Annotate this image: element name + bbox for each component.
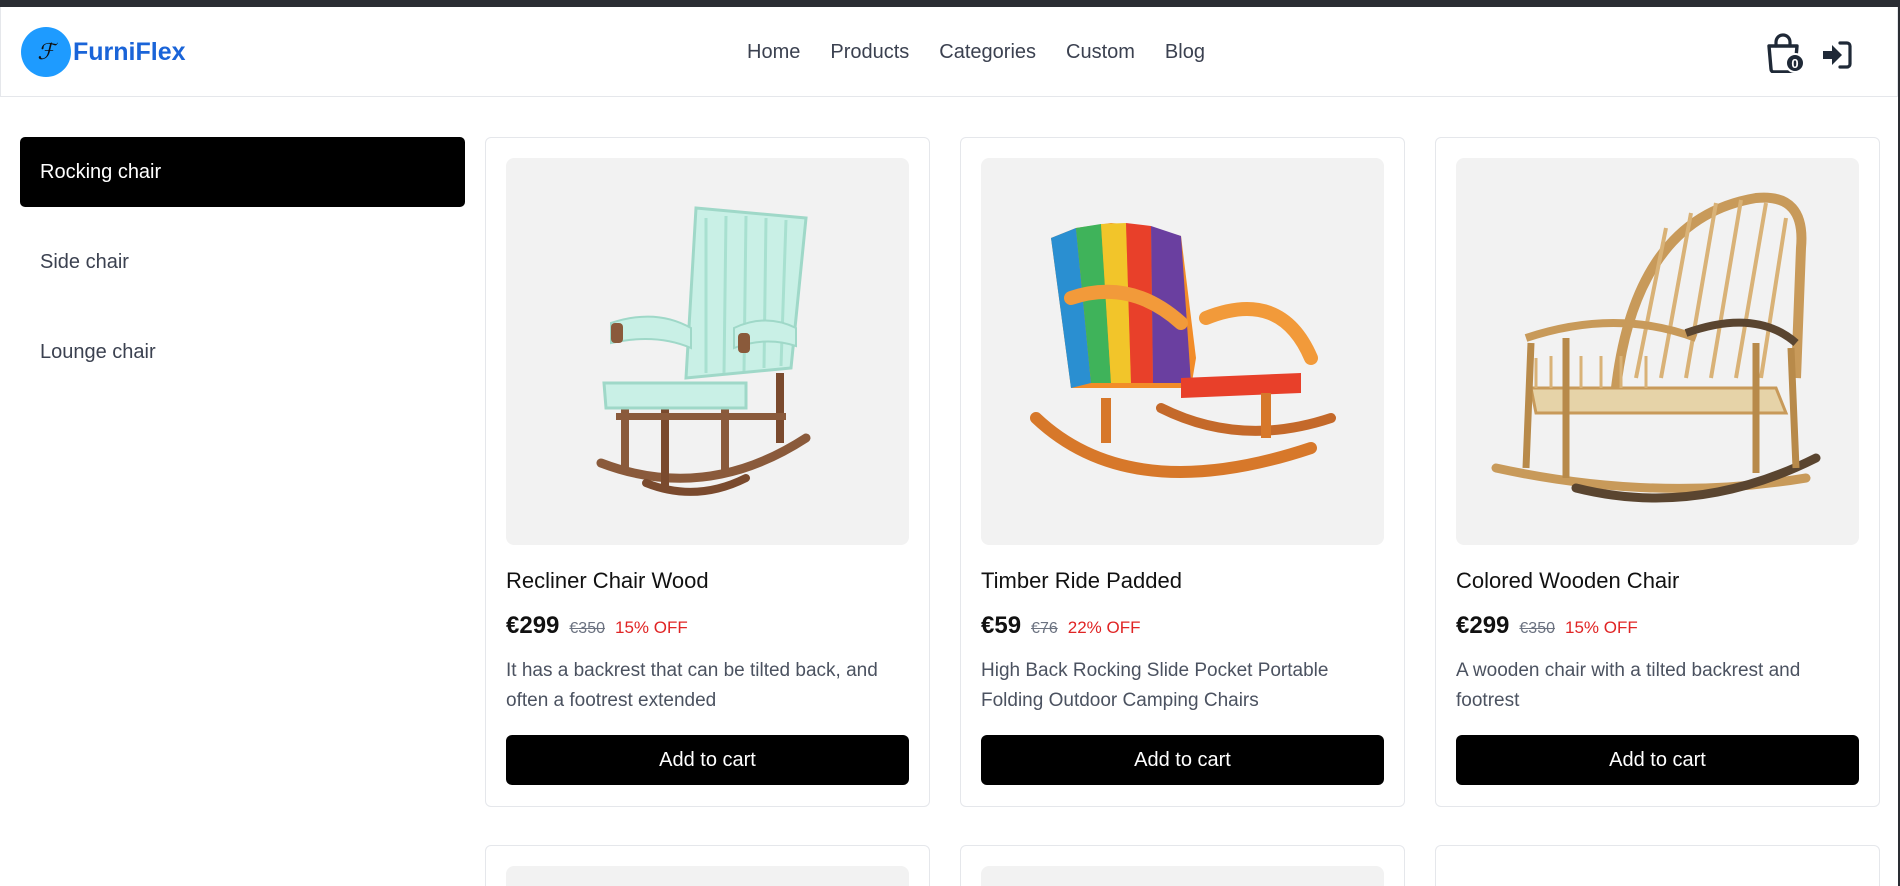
product-description: It has a backrest that can be tilted bac… xyxy=(506,660,878,711)
product-description: A wooden chair with a tilted backrest an… xyxy=(1456,660,1801,711)
nav-blog[interactable]: Blog xyxy=(1165,37,1205,67)
old-price: €76 xyxy=(1031,620,1058,637)
product-card xyxy=(960,845,1405,886)
sidebar-item-lounge-chair[interactable]: Lounge chair xyxy=(20,317,465,387)
add-to-cart-button[interactable]: Add to cart xyxy=(981,735,1384,785)
product-card: Colored Wooden Chair €299 €350 15% OFF A… xyxy=(1435,137,1880,807)
rocking-chair-image xyxy=(596,206,811,496)
nav-custom[interactable]: Custom xyxy=(1066,37,1135,67)
product-title: Timber Ride Padded xyxy=(981,568,1182,593)
product-card xyxy=(485,845,930,886)
product-image[interactable] xyxy=(506,158,909,545)
old-price: €350 xyxy=(569,620,605,637)
logo-mark: ℱ xyxy=(21,27,71,77)
price-row: €299 €350 15% OFF xyxy=(506,612,688,640)
product-title: Recliner Chair Wood xyxy=(506,568,709,593)
product-image[interactable] xyxy=(981,158,1384,545)
discount-badge: 15% OFF xyxy=(1564,618,1638,637)
add-to-cart-button[interactable]: Add to cart xyxy=(1456,735,1859,785)
nav-products[interactable]: Products xyxy=(830,37,909,67)
price: €299 xyxy=(1456,612,1510,639)
cart-button[interactable]: 0 xyxy=(1765,33,1805,75)
product-card: Timber Ride Padded €59 €76 22% OFF High … xyxy=(960,137,1405,807)
price-row: €299 €350 15% OFF xyxy=(1456,612,1638,640)
sidebar-item-side-chair[interactable]: Side chair xyxy=(20,227,465,297)
cart-count-badge: 0 xyxy=(1785,53,1805,73)
rocking-chair-image xyxy=(1030,223,1336,478)
price-row: €59 €76 22% OFF xyxy=(981,612,1141,640)
product-title: Colored Wooden Chair xyxy=(1456,568,1680,593)
logo[interactable]: ℱ FurniFlex xyxy=(21,27,186,77)
nav-home[interactable]: Home xyxy=(747,37,800,67)
page: ℱ FurniFlex Home Products Categories Cus… xyxy=(0,7,1898,886)
rocking-chair-image xyxy=(1491,192,1821,503)
sign-in-icon xyxy=(1823,41,1852,69)
product-image[interactable] xyxy=(981,866,1384,886)
discount-badge: 22% OFF xyxy=(1067,618,1141,637)
product-card: Recliner Chair Wood €299 €350 15% OFF It… xyxy=(485,137,930,807)
add-to-cart-button[interactable]: Add to cart xyxy=(506,735,909,785)
product-description: High Back Rocking Slide Pocket Portable … xyxy=(981,660,1329,711)
product-image[interactable] xyxy=(506,866,909,886)
product-image[interactable] xyxy=(1456,158,1859,545)
price: €299 xyxy=(506,612,560,639)
logo-text: FurniFlex xyxy=(73,37,186,66)
site-header: ℱ FurniFlex Home Products Categories Cus… xyxy=(0,7,1898,97)
sign-in-button[interactable] xyxy=(1821,40,1853,70)
discount-badge: 15% OFF xyxy=(614,618,688,637)
nav-categories[interactable]: Categories xyxy=(939,37,1036,67)
product-card xyxy=(1435,845,1880,886)
sidebar-item-rocking-chair[interactable]: Rocking chair xyxy=(20,137,465,207)
price: €59 xyxy=(981,612,1022,639)
old-price: €350 xyxy=(1519,620,1555,637)
main-nav: Home Products Categories Custom Blog xyxy=(747,37,1205,67)
